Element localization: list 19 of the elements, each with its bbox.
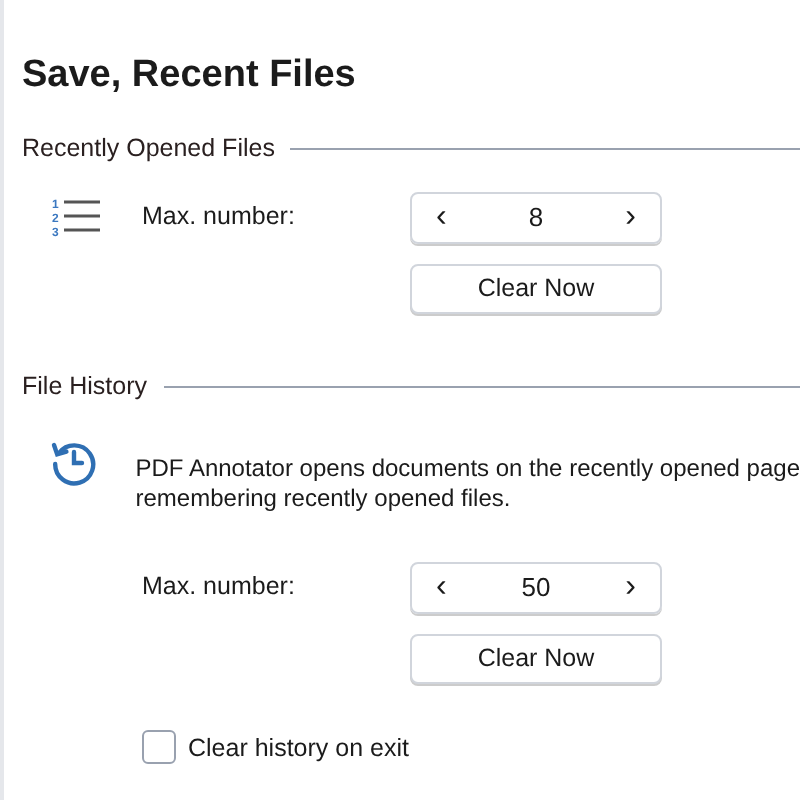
- clear-now-button[interactable]: Clear Now: [410, 633, 662, 683]
- section-heading: File History: [22, 369, 148, 404]
- checkbox[interactable]: [142, 730, 176, 765]
- field-label: Max. number:: [142, 570, 297, 605]
- checkbox-label: Clear history on exit: [188, 731, 409, 766]
- page-title: Save, Recent Files: [22, 52, 358, 100]
- section-heading: Recently Opened Files: [22, 132, 275, 166]
- history-icon: [50, 437, 98, 485]
- clear-now-button[interactable]: Clear Now: [410, 263, 662, 314]
- increment-button[interactable]: ›: [625, 571, 636, 603]
- number-spinner[interactable]: ‹ 50 ›: [410, 561, 662, 613]
- decrement-button[interactable]: ‹: [436, 201, 447, 234]
- spinner-value: 50: [521, 569, 551, 606]
- number-spinner[interactable]: ‹ 8 ›: [410, 191, 662, 244]
- decrement-button[interactable]: ‹: [436, 571, 447, 603]
- field-label: Max. number:: [142, 200, 297, 235]
- description-text: PDF Annotator opens documents on the recently opened page remembering recently opened files.: [135, 453, 800, 513]
- increment-button[interactable]: ›: [625, 201, 636, 234]
- spinner-value: 8: [528, 200, 544, 236]
